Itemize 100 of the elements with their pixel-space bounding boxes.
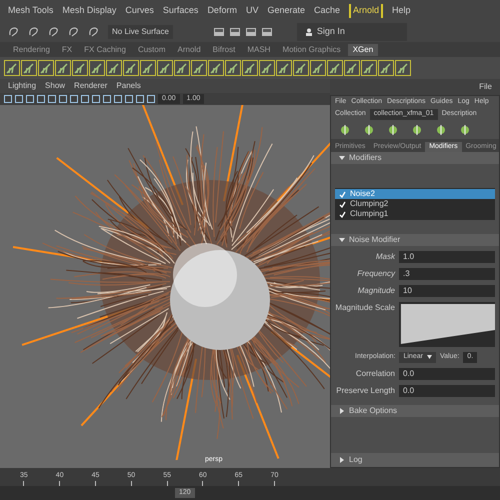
- shelf-tool-icon[interactable]: [293, 60, 309, 76]
- shelf-tool-icon[interactable]: [4, 60, 20, 76]
- lasso-tool-icon[interactable]: [8, 26, 20, 38]
- shelf-tool-icon[interactable]: [378, 60, 394, 76]
- shelf-tool-icon[interactable]: [55, 60, 71, 76]
- caret-icon: [426, 355, 432, 360]
- shelf-tool-icon[interactable]: [395, 60, 411, 76]
- shelf-tool-icon[interactable]: [72, 60, 88, 76]
- shelf-tool-icon[interactable]: [242, 60, 258, 76]
- expand-arrow-icon[interactable]: [339, 408, 345, 414]
- menu-item[interactable]: Help: [392, 4, 411, 18]
- noise-modifier-header: Noise Modifier: [349, 234, 400, 246]
- modifiers-header: Modifiers: [349, 152, 382, 164]
- menu-item[interactable]: UV: [246, 4, 258, 18]
- shelf-tab[interactable]: FX: [56, 44, 78, 56]
- file-menu[interactable]: File: [471, 81, 500, 93]
- shelf-tab[interactable]: Rendering: [8, 44, 55, 56]
- shelf-tool-icon[interactable]: [106, 60, 122, 76]
- modifier-name: Clumping2: [350, 198, 388, 210]
- shelf-tab[interactable]: Arnold: [172, 44, 206, 56]
- guide-tool-icon[interactable]: [435, 124, 447, 136]
- field-label: Magnitude Scale: [335, 302, 395, 314]
- log-header: Log: [349, 454, 362, 466]
- viewport-menu-item[interactable]: Lighting: [8, 80, 36, 92]
- render-icon[interactable]: [228, 26, 241, 38]
- shelf-tool-icon[interactable]: [89, 60, 105, 76]
- shelf-tab[interactable]: Motion Graphics: [277, 44, 346, 56]
- shelf-tab[interactable]: Bifrost: [208, 44, 240, 56]
- menu-item[interactable]: Cache: [314, 4, 340, 18]
- menu-item[interactable]: Mesh Display: [62, 4, 116, 18]
- viewport-menu-item[interactable]: Panels: [116, 80, 141, 92]
- render-icon[interactable]: [212, 26, 225, 38]
- menu-item[interactable]: Arnold: [349, 4, 384, 18]
- collapse-arrow-icon[interactable]: [339, 155, 345, 161]
- modifier-item[interactable]: Clumping1: [335, 209, 495, 219]
- shelf-tool-icon[interactable]: [310, 60, 326, 76]
- section-header[interactable]: Modifiers: [331, 152, 499, 164]
- sign-in-button[interactable]: Sign In: [296, 23, 407, 41]
- shelf-tool-icon[interactable]: [157, 60, 173, 76]
- modifier-item[interactable]: Noise2: [335, 189, 495, 199]
- guide-tool-icon[interactable]: [411, 124, 423, 136]
- value-field[interactable]: 0.0: [399, 384, 495, 396]
- shelf-tool-icon[interactable]: [361, 60, 377, 76]
- shelf-tool-icon[interactable]: [140, 60, 156, 76]
- section-header[interactable]: Bake Options: [331, 404, 499, 416]
- shelf-tool-icon[interactable]: [276, 60, 292, 76]
- user-icon: [304, 28, 313, 36]
- shelf-tool-icon[interactable]: [225, 60, 241, 76]
- guide-tool-icon[interactable]: [339, 124, 351, 136]
- menu-item[interactable]: Surfaces: [162, 4, 198, 18]
- shelf-tool-icon[interactable]: [191, 60, 207, 76]
- shelf-tool-icon[interactable]: [174, 60, 190, 76]
- field-label: Magnitude: [356, 285, 395, 297]
- render-icon[interactable]: [260, 26, 273, 38]
- shelf-tab[interactable]: XGen: [348, 44, 378, 56]
- field-label: Correlation: [354, 368, 395, 380]
- modifier-name: Noise2: [350, 188, 375, 200]
- shelf-tool-icon[interactable]: [21, 60, 37, 76]
- shelf-tab[interactable]: Custom: [132, 44, 171, 56]
- shelf-tool-icon[interactable]: [259, 60, 275, 76]
- modifier-name: Clumping1: [350, 208, 388, 220]
- guide-tool-icon[interactable]: [363, 124, 375, 136]
- shelf-tool-icon[interactable]: [344, 60, 360, 76]
- value-field[interactable]: .3: [399, 268, 495, 280]
- shelf-tool-icon[interactable]: [123, 60, 139, 76]
- checkmark-icon[interactable]: [339, 190, 346, 198]
- section-header[interactable]: Noise Modifier: [331, 234, 499, 246]
- checkmark-icon[interactable]: [339, 200, 346, 208]
- bake-options-header: Bake Options: [349, 404, 398, 416]
- checkmark-icon[interactable]: [339, 210, 346, 218]
- field-label: Preserve Length: [335, 384, 395, 396]
- live-surface-field[interactable]: No Live Surface: [108, 25, 173, 39]
- shelf-tab[interactable]: MASH: [242, 44, 276, 56]
- guide-tool-icon[interactable]: [459, 124, 471, 136]
- value-field[interactable]: 0.0: [399, 368, 495, 380]
- guide-tool-icon[interactable]: [387, 124, 399, 136]
- section-header[interactable]: Log: [331, 453, 499, 467]
- shelf-tool-icon[interactable]: [327, 60, 343, 76]
- shelf-tool-icon[interactable]: [38, 60, 54, 76]
- lasso-tool-icon[interactable]: [48, 26, 60, 38]
- lasso-tool-icon[interactable]: [88, 26, 100, 38]
- viewport-menu-item[interactable]: Renderer: [74, 80, 108, 92]
- menu-item[interactable]: Mesh Tools: [8, 4, 54, 18]
- lasso-tool-icon[interactable]: [28, 26, 40, 38]
- value-field[interactable]: 10: [399, 285, 495, 297]
- menu-item[interactable]: Generate: [267, 4, 305, 18]
- render-icon[interactable]: [244, 26, 257, 38]
- ramp-graph[interactable]: [399, 302, 495, 347]
- menu-item[interactable]: Deform: [207, 4, 237, 18]
- lasso-tool-icon[interactable]: [68, 26, 80, 38]
- field-label: Frequency: [356, 268, 395, 280]
- expand-arrow-icon[interactable]: [339, 457, 345, 463]
- field-label: Mask: [374, 251, 395, 263]
- collapse-arrow-icon[interactable]: [339, 237, 345, 243]
- viewport-menu-item[interactable]: Show: [45, 80, 66, 92]
- shelf-tab[interactable]: FX Caching: [79, 44, 131, 56]
- modifier-item[interactable]: Clumping2: [335, 199, 495, 209]
- value-field[interactable]: 1.0: [399, 251, 495, 263]
- menu-item[interactable]: Curves: [125, 4, 154, 18]
- shelf-tool-icon[interactable]: [208, 60, 224, 76]
